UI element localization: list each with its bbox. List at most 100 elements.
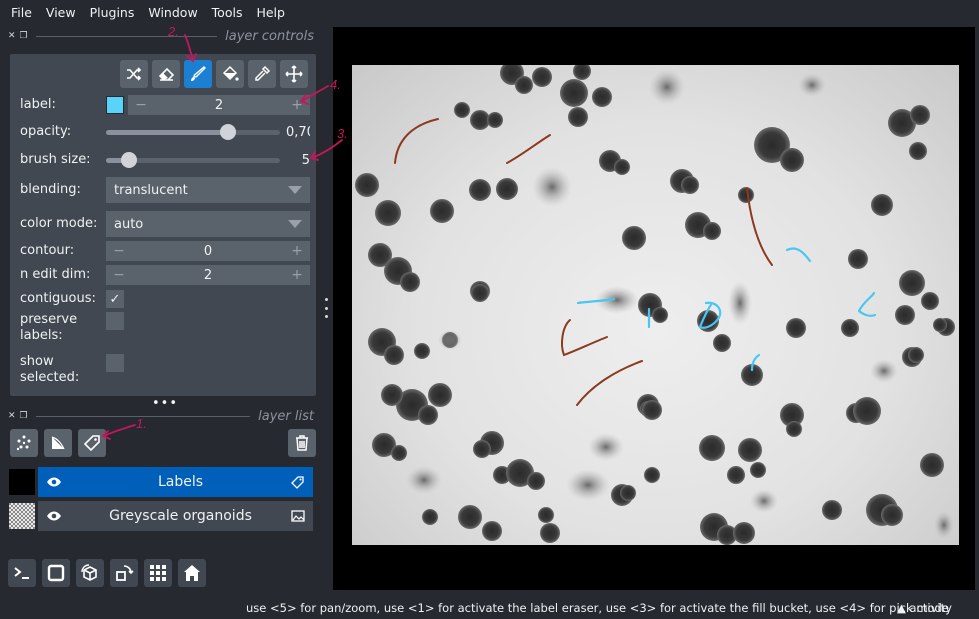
decrement-icon[interactable]: −	[112, 243, 126, 259]
contiguous-checkbox[interactable]: ✓	[106, 290, 124, 308]
contiguous-label: contiguous:	[20, 291, 96, 306]
organoids	[355, 65, 955, 545]
eraser-icon	[158, 67, 175, 81]
increment-icon[interactable]: +	[290, 267, 304, 283]
new-shapes-layer-button[interactable]	[44, 429, 72, 457]
opacity-slider[interactable]	[106, 124, 280, 140]
fill-bucket-button[interactable]	[216, 60, 244, 88]
brush-size-row: brush size: 5	[20, 149, 310, 171]
transpose-button[interactable]	[110, 559, 138, 587]
layer-thumbnail	[8, 468, 36, 496]
console-button[interactable]	[8, 559, 36, 587]
visibility-eye-icon[interactable]	[46, 510, 62, 522]
ndisplay-button[interactable]	[42, 559, 70, 587]
n-edit-dim-row: n edit dim: − 2 +	[20, 264, 310, 286]
color-mode-label: color mode:	[20, 216, 98, 231]
eraser-button[interactable]	[152, 60, 180, 88]
organoid-image[interactable]	[352, 65, 959, 545]
terminal-icon	[14, 567, 29, 579]
slider-handle[interactable]	[120, 152, 137, 168]
n-edit-dim-spinbox[interactable]: − 2 +	[106, 265, 310, 285]
preserve-labels-checkbox[interactable]	[106, 312, 124, 330]
label-tag-icon	[291, 476, 304, 489]
opacity-label: opacity:	[20, 124, 72, 139]
show-selected-checkbox[interactable]	[106, 354, 124, 372]
contour-row: contour: − 0 +	[20, 240, 310, 262]
color-mode-dropdown[interactable]: auto	[106, 211, 310, 237]
color-mode-value: auto	[114, 216, 144, 232]
slider-fill	[106, 130, 228, 135]
help-text: use <5> for pan/zoom, use <1> for activa…	[246, 600, 949, 615]
activity-toggle[interactable]: ▲ activity	[897, 601, 952, 615]
viewer-canvas[interactable]	[333, 27, 975, 590]
blending-dropdown[interactable]: translucent	[106, 177, 310, 203]
pan-zoom-button[interactable]	[280, 60, 308, 88]
label-tag-icon	[83, 435, 100, 452]
decrement-icon[interactable]: −	[112, 267, 126, 283]
contour-spinbox[interactable]: − 0 +	[106, 241, 310, 261]
roll-dimensions-button[interactable]	[76, 559, 104, 587]
preserve-labels-row: preserve labels:	[20, 312, 310, 348]
reset-view-button[interactable]	[178, 559, 206, 587]
label-1-strokes	[394, 118, 773, 406]
n-edit-dim-value: 2	[203, 267, 213, 283]
dock-close-icon[interactable]: ✕	[8, 411, 16, 421]
shuffle-colors-button[interactable]	[120, 60, 148, 88]
dock-float-icon[interactable]: ❐	[20, 31, 28, 41]
image-icon	[291, 510, 305, 522]
color-picker-button[interactable]	[248, 60, 276, 88]
increment-icon[interactable]: +	[290, 243, 304, 259]
increment-icon[interactable]: +	[290, 97, 304, 113]
layer-name: Labels	[157, 474, 204, 490]
menu-window[interactable]: Window	[141, 5, 204, 20]
image-content	[355, 65, 955, 545]
opacity-row: opacity: 0,70	[20, 121, 310, 143]
layer-item-greyscale-organoids[interactable]: Greyscale organoids	[8, 501, 313, 531]
preserve-labels-label: preserve labels:	[20, 312, 78, 343]
blending-label: blending:	[20, 182, 81, 197]
blending-value: translucent	[114, 182, 188, 198]
checkmark-icon: ✓	[109, 291, 121, 307]
color-picker-icon	[255, 65, 271, 81]
layer-item-body[interactable]: Greyscale organoids	[38, 501, 313, 531]
menu-tools[interactable]: Tools	[205, 5, 250, 20]
layer-controls-titlebar: ✕ ❐ layer controls	[8, 26, 314, 46]
visibility-eye-icon[interactable]	[46, 476, 62, 488]
menu-help[interactable]: Help	[249, 5, 292, 20]
brush-size-slider[interactable]	[106, 152, 280, 168]
label-label: label:	[20, 97, 56, 112]
n-edit-dim-label: n edit dim:	[20, 267, 91, 282]
dock-close-icon[interactable]: ✕	[8, 31, 16, 41]
layer-list-titlebar: ✕ ❐ layer list	[8, 406, 314, 426]
dock-splitter-handle[interactable]	[323, 298, 329, 318]
menu-view[interactable]: View	[39, 5, 83, 20]
dock-float-icon[interactable]: ❐	[20, 411, 28, 421]
slider-handle[interactable]	[219, 124, 236, 140]
title-divider	[35, 35, 218, 37]
new-labels-layer-button[interactable]	[78, 429, 106, 457]
label-spinbox[interactable]: − 2 +	[128, 95, 310, 115]
layer-item-body[interactable]: Labels	[38, 467, 313, 497]
pan-zoom-icon	[285, 65, 303, 83]
menu-file[interactable]: File	[4, 5, 39, 20]
show-selected-label: show selected:	[20, 354, 80, 385]
color-mode-row: color mode: auto	[20, 210, 310, 238]
brush-size-value: 5	[301, 152, 310, 168]
layer-thumbnail	[8, 502, 36, 530]
viewer-buttons	[8, 559, 206, 587]
paint-brush-button[interactable]	[184, 60, 212, 88]
grid-view-button[interactable]	[144, 559, 172, 587]
fill-bucket-icon	[222, 65, 239, 81]
layer-item-labels[interactable]: Labels	[8, 467, 313, 497]
shuffle-colors-icon	[127, 67, 142, 81]
delete-layer-button[interactable]	[288, 429, 316, 457]
trash-icon	[296, 435, 308, 451]
menu-plugins[interactable]: Plugins	[83, 5, 142, 20]
show-selected-row: show selected:	[20, 354, 310, 390]
decrement-icon[interactable]: −	[134, 97, 148, 113]
layer-buttons	[10, 429, 316, 459]
chevron-up-icon: ▲	[897, 600, 906, 615]
new-points-layer-button[interactable]	[10, 429, 38, 457]
layer-controls-title: layer controls	[225, 28, 314, 44]
contour-value: 0	[203, 243, 213, 259]
